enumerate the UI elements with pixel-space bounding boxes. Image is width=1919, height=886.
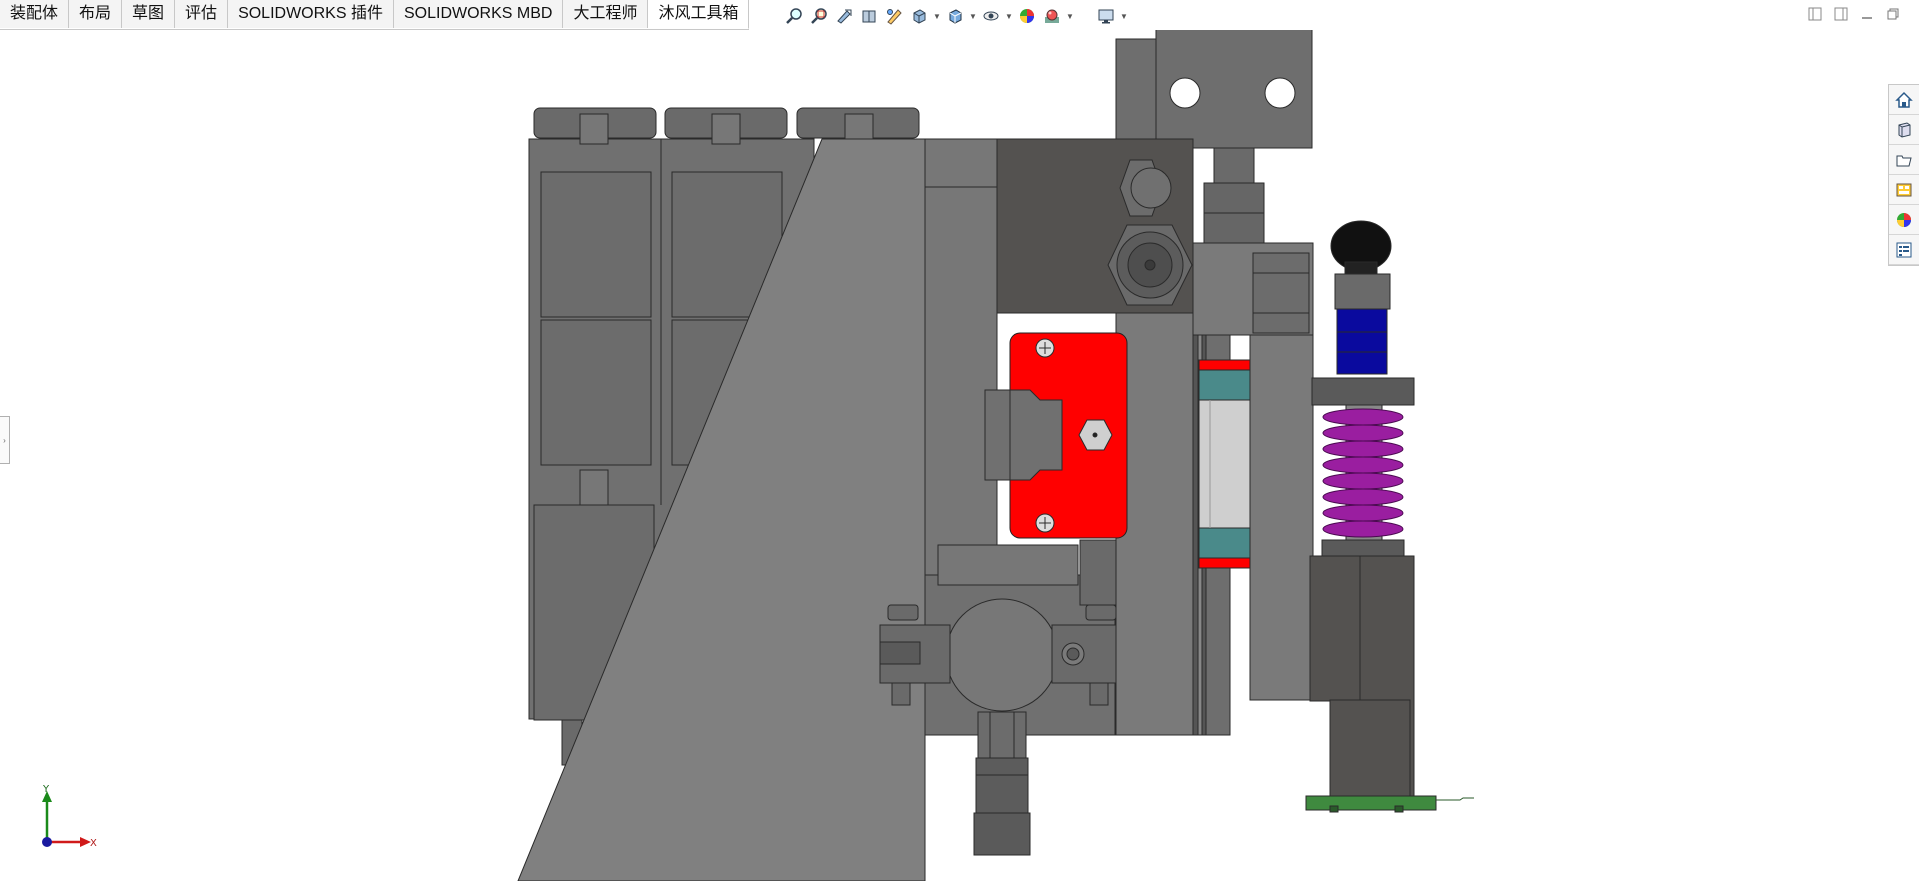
- zoom-to-fit-icon[interactable]: [783, 5, 805, 27]
- coordinate-triad: Y X: [42, 785, 97, 849]
- view-settings-icon[interactable]: [1095, 5, 1117, 27]
- chevron-down-icon[interactable]: ▼: [1120, 5, 1128, 27]
- feature-manager-toggle[interactable]: ›: [0, 416, 10, 464]
- display-style-icon[interactable]: [944, 5, 966, 27]
- compression-spring: [1322, 408, 1404, 538]
- chevron-down-icon[interactable]: ▼: [933, 5, 941, 27]
- chevron-right-icon: ›: [3, 435, 6, 445]
- tab-solidworks-addins[interactable]: SOLIDWORKS 插件: [228, 0, 394, 28]
- document-window-controls: [1807, 6, 1901, 22]
- rail-carriage-top: [1198, 369, 1252, 401]
- task-pane: [1888, 84, 1919, 266]
- right-rail-plate: [1115, 312, 1194, 736]
- top-bracket-left: [1115, 38, 1157, 140]
- heads-up-view-toolbar: ▼ ▼ ▼ ▼ ▼: [783, 4, 1128, 28]
- view-palette-icon[interactable]: [1889, 175, 1919, 205]
- round-cylinder-head: [945, 598, 1059, 712]
- tab-sketch[interactable]: 草图: [122, 0, 176, 28]
- design-library-icon[interactable]: [1889, 115, 1919, 145]
- solenoid-coil-1-bottom: [540, 319, 652, 466]
- spring-upper-plate: [1311, 377, 1415, 406]
- apply-scene-icon[interactable]: [1041, 5, 1063, 27]
- hide-show-items-icon[interactable]: [980, 5, 1002, 27]
- chevron-down-icon[interactable]: ▼: [1005, 5, 1013, 27]
- home-icon[interactable]: [1889, 85, 1919, 115]
- view-orientation-icon[interactable]: [908, 5, 930, 27]
- rail-carriage-bottom: [1198, 527, 1252, 559]
- center-vertical-plate: [924, 138, 998, 576]
- custom-properties-icon[interactable]: [1889, 235, 1919, 265]
- triad-x-label: X: [90, 838, 97, 849]
- solenoid-coil-1-top: [540, 171, 652, 318]
- section-view-icon[interactable]: [858, 5, 880, 27]
- edit-appearance-icon[interactable]: [1016, 5, 1038, 27]
- mount-hole-1: [1169, 77, 1201, 109]
- tab-solidworks-mbd[interactable]: SOLIDWORKS MBD: [393, 0, 564, 28]
- zoom-to-area-icon[interactable]: [808, 5, 830, 27]
- previous-view-icon[interactable]: [833, 5, 855, 27]
- tab-mufeng-toolbox[interactable]: 沐风工具箱: [648, 0, 750, 29]
- tile-right-icon[interactable]: [1833, 6, 1849, 22]
- graphics-area[interactable]: Y X: [0, 0, 1880, 882]
- triad-y-label: Y: [42, 785, 50, 795]
- blue-lock-nut: [1336, 308, 1388, 375]
- knob-hex-nut: [1334, 273, 1391, 310]
- bottom-fitting: [975, 757, 1029, 814]
- tab-evaluate[interactable]: 评估: [175, 0, 229, 28]
- appearances-icon[interactable]: [1889, 205, 1919, 235]
- dynamic-annotation-icon[interactable]: [883, 5, 905, 27]
- restore-icon[interactable]: [1885, 6, 1901, 22]
- tab-assembly[interactable]: 装配体: [0, 0, 70, 28]
- chevron-down-icon[interactable]: ▼: [969, 5, 977, 27]
- mount-hole-2: [1264, 77, 1296, 109]
- tile-left-icon[interactable]: [1807, 6, 1823, 22]
- sensor-pcb: [1305, 795, 1437, 811]
- file-explorer-icon[interactable]: [1889, 145, 1919, 175]
- slider-clamp: [984, 389, 1063, 481]
- command-manager-tabs: 装配体 布局 草图 评估 SOLIDWORKS 插件 SOLIDWORKS MB…: [0, 0, 750, 30]
- chevron-down-icon[interactable]: ▼: [1066, 5, 1074, 27]
- tab-big-engineer[interactable]: 大工程师: [563, 0, 649, 28]
- cad-assembly-model[interactable]: [0, 0, 1880, 882]
- tab-layout[interactable]: 布局: [69, 0, 123, 28]
- minimize-icon[interactable]: [1859, 6, 1875, 22]
